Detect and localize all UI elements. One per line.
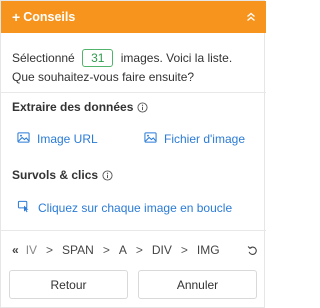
divider — [1, 230, 266, 231]
back-button[interactable]: Retour — [9, 270, 128, 299]
breadcrumb-item[interactable]: IMG — [197, 243, 220, 257]
link-image-icon — [17, 131, 30, 147]
undo-icon[interactable] — [247, 245, 258, 256]
breadcrumb-separator: > — [135, 243, 143, 257]
breadcrumb-separator: > — [180, 243, 188, 257]
hover-title-label: Survols & clics — [12, 168, 99, 182]
loop-click-action[interactable]: Cliquez sur chaque image en boucle — [17, 200, 232, 216]
breadcrumb-separator: > — [102, 243, 110, 257]
tips-panel: + Conseils Sélectionné 31 images. Voici … — [0, 0, 266, 308]
extract-image-file-action[interactable]: Fichier d'image — [144, 131, 245, 147]
breadcrumb-item[interactable]: A — [119, 243, 127, 257]
image-file-label: Fichier d'image — [164, 132, 245, 146]
loop-click-icon — [17, 200, 31, 216]
chevrons-up-icon[interactable] — [246, 12, 256, 22]
header-left: + Conseils — [12, 10, 75, 24]
image-url-label: Image URL — [37, 132, 98, 146]
extract-section-title: Extraire des données — [12, 100, 148, 114]
divider — [1, 92, 266, 93]
selection-message: Sélectionné 31 images. Voici la liste. Q… — [12, 49, 258, 87]
breadcrumb-separator: > — [46, 243, 54, 257]
info-icon[interactable] — [102, 169, 113, 181]
panel-header: + Conseils — [1, 1, 266, 33]
hover-section-title: Survols & clics — [12, 168, 113, 182]
image-icon — [144, 131, 157, 147]
breadcrumb-back[interactable]: « — [12, 243, 19, 257]
selected-count-badge: 31 — [82, 49, 114, 67]
cancel-button[interactable]: Annuler — [138, 270, 257, 299]
element-breadcrumb: « IV > SPAN > A > DIV > IMG — [1, 237, 266, 263]
plus-icon: + — [12, 9, 21, 25]
selection-prefix: Sélectionné — [12, 51, 75, 65]
breadcrumb-item[interactable]: SPAN — [62, 243, 94, 257]
info-icon[interactable] — [137, 101, 148, 113]
panel-title: Conseils — [23, 10, 76, 24]
breadcrumb-item[interactable]: DIV — [152, 243, 172, 257]
extract-title-label: Extraire des données — [12, 100, 134, 114]
loop-click-label: Cliquez sur chaque image en boucle — [38, 201, 233, 215]
breadcrumb-item[interactable]: IV — [26, 243, 37, 257]
extract-image-url-action[interactable]: Image URL — [17, 131, 98, 147]
